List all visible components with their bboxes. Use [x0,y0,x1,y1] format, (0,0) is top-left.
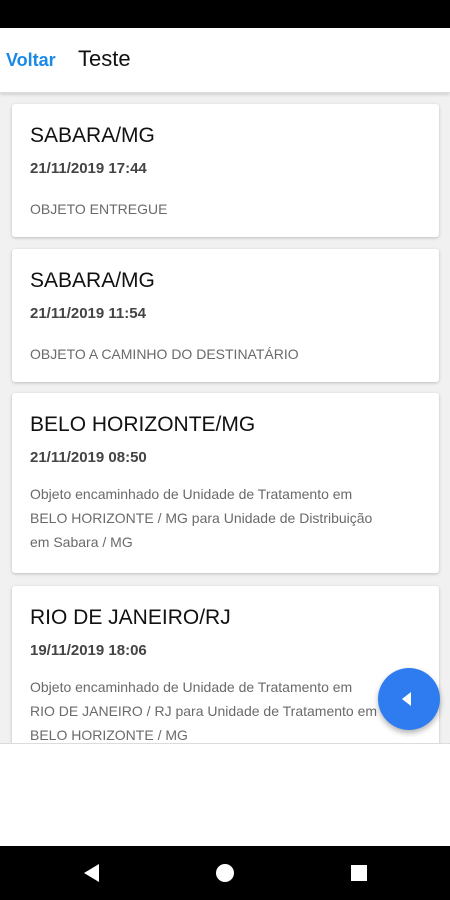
event-description-line: Objeto encaminhado de Unidade de Tratame… [30,679,353,695]
event-description-line: BELO HORIZONTE / MG para Unidade de Dist… [30,510,373,526]
app-header: Voltar Teste [0,28,450,93]
event-city: RIO DE JANEIRO/RJ [30,606,231,629]
square-recent-icon[interactable] [351,865,367,881]
event-date: 21/11/2019 11:54 [30,305,146,322]
event-city: SABARA/MG [30,269,155,292]
event-description-line: OBJETO ENTREGUE [30,201,168,217]
circle-home-icon[interactable] [216,864,234,882]
event-description: Objeto encaminhado de Unidade de Tratame… [30,675,422,743]
triangle-back-icon[interactable] [84,864,99,882]
event-date: 19/11/2019 18:06 [30,642,147,659]
chevron-left-icon [402,692,411,706]
tracking-event-card: SABARA/MG 21/11/2019 17:44 OBJETO ENTREG… [12,104,439,237]
event-description: Objeto encaminhado de Unidade de Tratame… [30,482,422,554]
tracking-event-card: SABARA/MG 21/11/2019 11:54 OBJETO A CAMI… [12,249,439,382]
event-description-line: em Sabara / MG [30,534,133,550]
back-fab-button[interactable] [378,668,440,730]
event-description-line: BELO HORIZONTE / MG [30,727,188,743]
event-description-line: Objeto encaminhado de Unidade de Tratame… [30,486,353,502]
tracking-event-card: BELO HORIZONTE/MG 21/11/2019 08:50 Objet… [12,393,439,573]
tracking-event-card: RIO DE JANEIRO/RJ 19/11/2019 18:06 Objet… [12,586,439,743]
event-city: SABARA/MG [30,124,155,147]
event-city: BELO HORIZONTE/MG [30,413,256,436]
status-bar [0,0,450,28]
event-date: 21/11/2019 17:44 [30,160,147,177]
page-title: Teste [78,46,131,71]
event-description-line: OBJETO A CAMINHO DO DESTINATÁRIO [30,346,299,362]
tracking-list[interactable]: SABARA/MG 21/11/2019 17:44 OBJETO ENTREG… [0,93,450,743]
event-description: OBJETO A CAMINHO DO DESTINATÁRIO [30,342,422,366]
back-link[interactable]: Voltar [6,50,56,71]
event-description: OBJETO ENTREGUE [30,197,422,221]
android-nav-bar [0,846,450,900]
event-date: 21/11/2019 08:50 [30,449,147,466]
bottom-panel [0,743,450,847]
event-description-line: RIO DE JANEIRO / RJ para Unidade de Trat… [30,703,378,719]
